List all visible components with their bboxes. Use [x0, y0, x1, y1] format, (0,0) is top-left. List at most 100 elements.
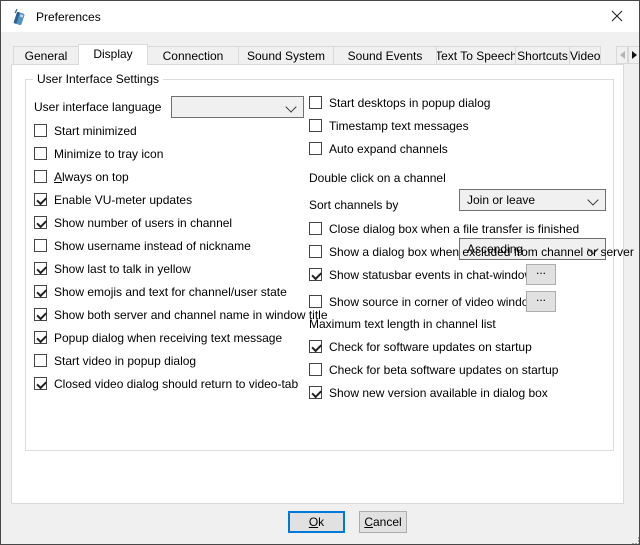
- tab-label: Video: [570, 49, 600, 63]
- checkbox: [309, 386, 322, 399]
- checkbox-label: Start minimized: [54, 124, 137, 138]
- checkbox: [309, 119, 322, 132]
- language-label: User interface language: [34, 96, 161, 118]
- language-combobox[interactable]: [171, 96, 304, 118]
- checkbox: [34, 124, 47, 137]
- video-source-more-button[interactable]: ...: [526, 291, 556, 312]
- checkbox-label: Show emojis and text for channel/user st…: [54, 285, 287, 299]
- checkbox: [309, 245, 322, 258]
- tab-label: Sound Events: [348, 49, 423, 63]
- window-title: Preferences: [36, 10, 101, 24]
- tab-label: Connection: [163, 49, 224, 63]
- double-click-value: Join or leave: [467, 193, 535, 207]
- tab-label: Sound System: [247, 49, 325, 63]
- tab-label: Shortcuts: [517, 49, 568, 63]
- tab-bar: General Display Connection Sound System …: [13, 42, 601, 64]
- video-source-checkbox-row[interactable]: Show source in corner of video window ..…: [309, 290, 619, 313]
- checkbox: [309, 295, 322, 308]
- checkbox: [34, 377, 47, 390]
- checkbox-label: Close dialog box when a file transfer is…: [329, 222, 579, 236]
- title-bar[interactable]: Preferences: [1, 1, 639, 32]
- checkbox: [34, 170, 47, 183]
- scroll-left-icon: [620, 51, 625, 59]
- checkbox-row[interactable]: Popup dialog when receiving text message: [34, 326, 328, 349]
- resize-grip[interactable]: [632, 537, 634, 539]
- checkbox-row[interactable]: Start minimized: [34, 119, 328, 142]
- tab-label: General: [25, 49, 68, 63]
- checkbox-row[interactable]: Check for beta software updates on start…: [309, 358, 558, 381]
- right-mid-checkbox-list: Close dialog box when a file transfer is…: [309, 217, 634, 263]
- tab[interactable]: Text To Speech: [436, 46, 516, 64]
- statusbar-events-more-button[interactable]: ...: [526, 264, 556, 285]
- double-click-combobox[interactable]: Join or leave: [459, 189, 606, 211]
- tab[interactable]: Sound System: [238, 46, 334, 64]
- checkbox: [34, 239, 47, 252]
- checkbox-row[interactable]: Show both server and channel name in win…: [34, 303, 328, 326]
- checkbox-label: Minimize to tray icon: [54, 147, 163, 161]
- checkbox-label: Start video in popup dialog: [54, 354, 196, 368]
- checkbox: [34, 193, 47, 206]
- checkbox-label: Show a dialog box when excluded from cha…: [329, 245, 634, 259]
- tab-scroll-left-button[interactable]: [616, 46, 628, 64]
- preferences-dialog: Preferences General Display Connection S…: [0, 0, 640, 545]
- sort-channels-label: Sort channels by: [309, 194, 398, 216]
- tab[interactable]: General: [13, 46, 79, 64]
- checkbox-label: Show new version available in dialog box: [329, 386, 548, 400]
- checkbox-row[interactable]: Start video in popup dialog: [34, 349, 328, 372]
- checkbox-row[interactable]: Closed video dialog should return to vid…: [34, 372, 328, 395]
- checkbox-row[interactable]: Show a dialog box when excluded from cha…: [309, 240, 634, 263]
- checkbox-row[interactable]: Show number of users in channel: [34, 211, 328, 234]
- checkbox: [309, 363, 322, 376]
- group-title: User Interface Settings: [33, 72, 163, 86]
- chevron-down-icon: [285, 101, 296, 112]
- checkbox-label: Check for beta software updates on start…: [329, 363, 558, 377]
- checkbox: [34, 354, 47, 367]
- checkbox: [34, 216, 47, 229]
- checkbox-row[interactable]: Show last to talk in yellow: [34, 257, 328, 280]
- checkbox: [34, 331, 47, 344]
- checkbox: [34, 285, 47, 298]
- checkbox: [34, 262, 47, 275]
- tab[interactable]: Video: [569, 46, 601, 64]
- tab-label: Text To Speech: [436, 49, 516, 63]
- right-top-checkbox-list: Start desktops in popup dialog Timestamp…: [309, 91, 490, 160]
- checkbox-label: Check for software updates on startup: [329, 340, 532, 354]
- checkbox-row[interactable]: Start desktops in popup dialog: [309, 91, 490, 114]
- checkbox-row[interactable]: Show emojis and text for channel/user st…: [34, 280, 328, 303]
- statusbar-events-checkbox-row[interactable]: Show statusbar events in chat-window ...: [309, 263, 619, 286]
- checkbox-label: Always on top: [54, 170, 129, 184]
- checkbox-row[interactable]: Timestamp text messages: [309, 114, 490, 137]
- checkbox-row[interactable]: Enable VU-meter updates: [34, 188, 328, 211]
- tab[interactable]: Connection: [147, 46, 239, 64]
- cancel-button[interactable]: Cancel: [359, 511, 407, 533]
- tab[interactable]: Shortcuts: [515, 46, 570, 64]
- checkbox: [34, 147, 47, 160]
- checkbox-row[interactable]: Always on top: [34, 165, 328, 188]
- app-icon: [10, 8, 28, 26]
- checkbox-row[interactable]: Show username instead of nickname: [34, 234, 328, 257]
- close-icon: [611, 10, 623, 22]
- checkbox-label: Show username instead of nickname: [54, 239, 251, 253]
- checkbox-label: Show number of users in channel: [54, 216, 232, 230]
- scroll-right-icon: [632, 51, 637, 59]
- checkbox-row[interactable]: Show new version available in dialog box: [309, 381, 558, 404]
- tab-scroll-right-button[interactable]: [628, 46, 640, 64]
- close-button[interactable]: [594, 1, 639, 31]
- tab-label: Display: [93, 47, 132, 61]
- checkbox-row[interactable]: Auto expand channels: [309, 137, 490, 160]
- max-text-length-label: Maximum text length in channel list: [309, 313, 496, 335]
- checkbox-row[interactable]: Minimize to tray icon: [34, 142, 328, 165]
- checkbox: [309, 96, 322, 109]
- checkbox: [309, 268, 322, 281]
- checkbox: [309, 142, 322, 155]
- checkbox: [309, 340, 322, 353]
- checkbox-row[interactable]: Close dialog box when a file transfer is…: [309, 217, 634, 240]
- tab[interactable]: Display: [78, 44, 148, 65]
- tab[interactable]: Sound Events: [333, 46, 437, 64]
- checkbox-label: Show both server and channel name in win…: [54, 308, 328, 322]
- ok-button[interactable]: Ok: [288, 511, 345, 533]
- checkbox-label: Enable VU-meter updates: [54, 193, 192, 207]
- checkbox-label: Auto expand channels: [329, 142, 448, 156]
- checkbox-row[interactable]: Check for software updates on startup: [309, 335, 558, 358]
- double-click-label: Double click on a channel: [309, 167, 446, 189]
